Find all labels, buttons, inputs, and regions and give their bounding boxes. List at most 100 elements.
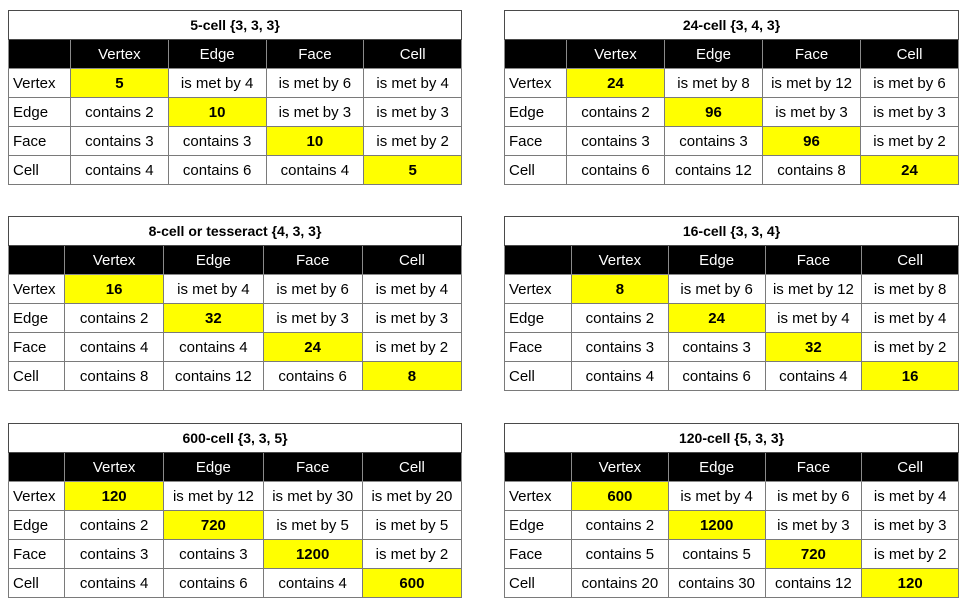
incidence-cell: is met by 8 bbox=[861, 274, 960, 304]
column-header-edge: Edge bbox=[167, 39, 267, 69]
incidence-cell: is met by 6 bbox=[859, 68, 960, 98]
row-label: Face bbox=[8, 126, 71, 156]
element-count-cell: 600 bbox=[361, 568, 463, 598]
incidence-cell: is met by 4 bbox=[764, 303, 863, 333]
table-row: Cell contains 20 contains 30 contains 12 120 bbox=[504, 568, 960, 598]
incidence-cell: is met by 5 bbox=[361, 510, 463, 540]
column-header-face: Face bbox=[262, 452, 363, 482]
incidence-cell: contains 3 bbox=[163, 539, 264, 569]
header-corner bbox=[8, 452, 65, 482]
incidence-cell: contains 4 bbox=[571, 361, 669, 391]
incidence-cell: contains 4 bbox=[262, 568, 363, 598]
table-row: Vertex 8 is met by 6 is met by 12 is met by … bbox=[504, 274, 960, 304]
incidence-cell: contains 3 bbox=[566, 126, 665, 156]
incidence-cell: contains 12 bbox=[163, 361, 264, 391]
column-header-face: Face bbox=[764, 452, 863, 482]
table-row: Vertex 24 is met by 8 is met by 12 is met by… bbox=[504, 68, 960, 98]
table-row: Edge contains 2 96 is met by 3 is met by 3 bbox=[504, 97, 960, 127]
column-header-cell: Cell bbox=[363, 39, 463, 69]
row-label: Face bbox=[8, 539, 65, 569]
column-header-vertex: Vertex bbox=[571, 452, 669, 482]
incidence-cell: contains 12 bbox=[764, 568, 863, 598]
incidence-cell: contains 2 bbox=[63, 510, 165, 540]
row-label: Cell bbox=[8, 155, 71, 185]
incidence-cell: is met by 6 bbox=[262, 274, 363, 304]
element-count-cell: 10 bbox=[265, 126, 365, 156]
incidence-cell: contains 8 bbox=[762, 155, 861, 185]
header-corner bbox=[504, 452, 572, 482]
incidence-cell: contains 4 bbox=[163, 332, 264, 362]
incidence-cell: contains 4 bbox=[764, 361, 863, 391]
row-label: Vertex bbox=[504, 481, 572, 511]
table-row: Vertex 600 is met by 4 is met by 6 is met by… bbox=[504, 481, 960, 511]
header-row: Vertex Edge Face Cell bbox=[504, 452, 960, 482]
column-header-face: Face bbox=[265, 39, 365, 69]
incidence-cell: is met by 2 bbox=[363, 126, 463, 156]
header-corner bbox=[8, 245, 65, 275]
column-header-cell: Cell bbox=[861, 245, 960, 275]
column-header-vertex: Vertex bbox=[571, 245, 669, 275]
element-count-cell: 96 bbox=[762, 126, 861, 156]
incidence-cell: is met by 4 bbox=[363, 68, 463, 98]
table-row: Edge contains 2 10 is met by 3 is met by 3 bbox=[8, 97, 463, 127]
header-row: Vertex Edge Face Cell bbox=[504, 39, 960, 69]
incidence-cell: is met by 6 bbox=[667, 274, 766, 304]
element-count-cell: 120 bbox=[861, 568, 960, 598]
incidence-cell: contains 6 bbox=[566, 155, 665, 185]
row-label: Cell bbox=[504, 361, 572, 391]
row-label: Vertex bbox=[8, 68, 71, 98]
incidence-cell: contains 3 bbox=[63, 539, 165, 569]
element-count-cell: 1200 bbox=[667, 510, 766, 540]
column-header-edge: Edge bbox=[667, 452, 766, 482]
table-row: Face contains 5 contains 5 720 is met by 2 bbox=[504, 539, 960, 569]
incidence-cell: is met by 4 bbox=[361, 274, 463, 304]
polytope-table: 5-cell {3, 3, 3} Vertex Edge Face Cell Vertex… bbox=[7, 10, 463, 185]
incidence-cell: is met by 4 bbox=[861, 303, 960, 333]
column-header-face: Face bbox=[764, 245, 863, 275]
row-label: Vertex bbox=[504, 68, 567, 98]
incidence-cell: contains 3 bbox=[664, 126, 763, 156]
incidence-cell: is met by 4 bbox=[163, 274, 264, 304]
table-row: Cell contains 4 contains 6 contains 45 bbox=[8, 155, 463, 185]
column-header-edge: Edge bbox=[163, 245, 264, 275]
polytope-table: 600-cell {3, 3, 5} Vertex Edge Face Cell Vert… bbox=[7, 423, 463, 598]
incidence-cell: is met by 6 bbox=[764, 481, 863, 511]
column-header-edge: Edge bbox=[163, 452, 264, 482]
incidence-cell: is met by 3 bbox=[859, 97, 960, 127]
incidence-cell: contains 2 bbox=[571, 303, 669, 333]
table-row: Cell contains 8 contains 12 contains 68 bbox=[8, 361, 463, 391]
incidence-cell: is met by 4 bbox=[167, 68, 267, 98]
header-corner bbox=[8, 39, 71, 69]
header-corner bbox=[504, 39, 567, 69]
column-header-face: Face bbox=[262, 245, 363, 275]
incidence-cell: is met by 5 bbox=[262, 510, 363, 540]
incidence-cell: contains 2 bbox=[566, 97, 665, 127]
row-label: Face bbox=[504, 332, 572, 362]
table-row: Edge contains 2 720 is met by 5 is met by 5 bbox=[8, 510, 463, 540]
row-label: Vertex bbox=[504, 274, 572, 304]
table-row: Face contains 4 contains 4 24 is met by 2 bbox=[8, 332, 463, 362]
incidence-cell: is met by 2 bbox=[859, 126, 960, 156]
table-title: 16-cell {3, 3, 4} bbox=[503, 216, 960, 246]
element-count-cell: 96 bbox=[664, 97, 763, 127]
column-header-vertex: Vertex bbox=[70, 39, 169, 69]
row-label: Face bbox=[8, 332, 65, 362]
incidence-cell: is met by 6 bbox=[265, 68, 365, 98]
incidence-cell: contains 4 bbox=[63, 332, 165, 362]
column-header-edge: Edge bbox=[667, 245, 766, 275]
table-row: Vertex 5 is met by 4 is met by 6 is met by 4 bbox=[8, 68, 463, 98]
incidence-cell: is met by 12 bbox=[764, 274, 863, 304]
element-count-cell: 32 bbox=[764, 332, 863, 362]
row-label: Vertex bbox=[8, 481, 65, 511]
incidence-cell: contains 5 bbox=[667, 539, 766, 569]
element-count-cell: 24 bbox=[262, 332, 363, 362]
table-row: Cell contains 4 contains 6 contains 4 600 bbox=[8, 568, 463, 598]
header-corner bbox=[504, 245, 572, 275]
element-count-cell: 120 bbox=[63, 481, 165, 511]
incidence-cell: contains 4 bbox=[70, 155, 169, 185]
row-label: Edge bbox=[504, 97, 567, 127]
table-row: Edge contains 2 32 is met by 3 is met by 3 bbox=[8, 303, 463, 333]
incidence-cell: is met by 30 bbox=[262, 481, 363, 511]
row-label: Vertex bbox=[8, 274, 65, 304]
incidence-cell: contains 8 bbox=[63, 361, 165, 391]
